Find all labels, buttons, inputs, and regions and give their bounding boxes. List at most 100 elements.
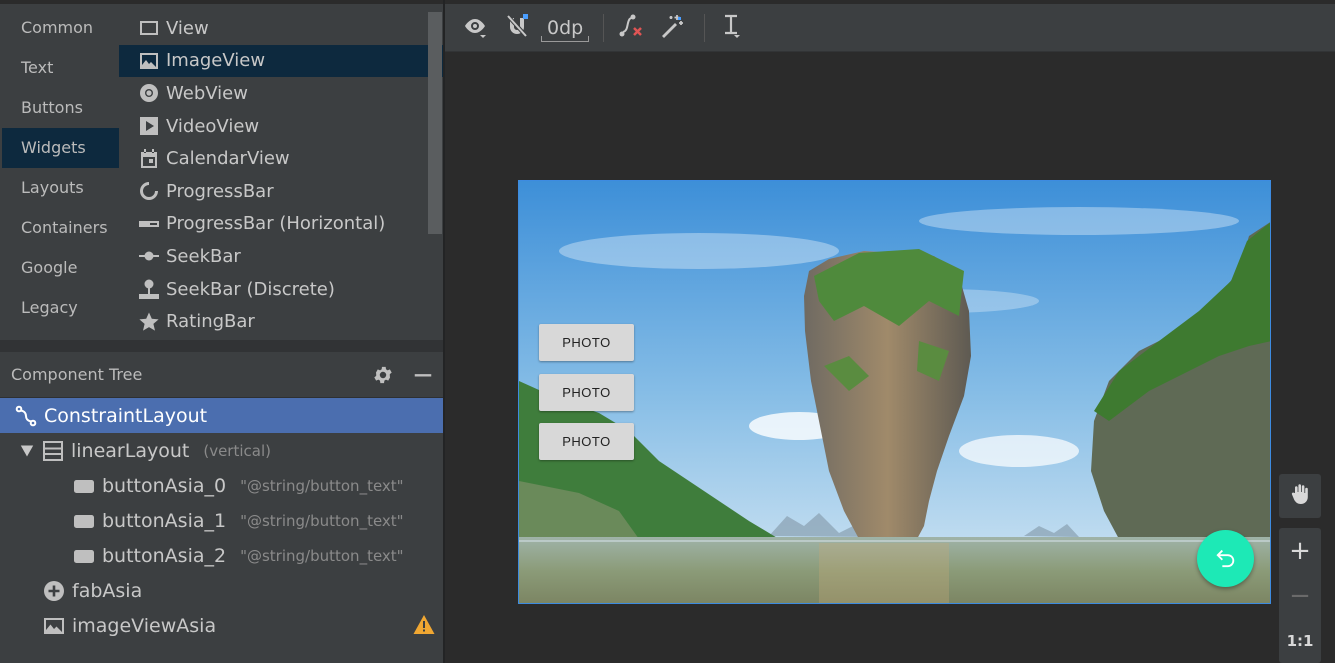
tree-node-imageviewasia[interactable]: imageViewAsia [0, 608, 443, 643]
magic-wand-icon [659, 13, 685, 43]
tree-node-text-resource: "@string/button_text" [240, 546, 404, 565]
autoconnect-button[interactable] [499, 10, 535, 46]
warning-icon[interactable] [413, 614, 435, 636]
palette-item-view[interactable]: View [119, 12, 443, 45]
palette-item-label: ProgressBar (Horizontal) [166, 213, 386, 235]
tree-node-label: imageViewAsia [72, 614, 217, 637]
tree-node-text-resource: "@string/button_text" [240, 511, 404, 530]
toolbar-separator [603, 13, 605, 42]
floating-action-button[interactable] [1197, 530, 1254, 587]
webview-icon [138, 82, 160, 104]
component-tree-header: Component Tree [0, 352, 443, 398]
category-legacy[interactable]: Legacy [0, 288, 119, 328]
photo-button-1[interactable]: PHOTO [539, 374, 634, 411]
tree-node-fabasia[interactable]: fabAsia [0, 573, 443, 608]
palette-item-progressbar[interactable]: ProgressBar [119, 175, 443, 208]
zoom-controls: + − 1:1 [1279, 528, 1321, 663]
palette-item-imageview[interactable]: ImageView [119, 44, 443, 78]
progress-horizontal-icon [138, 213, 160, 235]
palette-item-webview[interactable]: WebView [119, 77, 443, 110]
image-icon [138, 50, 160, 72]
infer-constraints-button[interactable] [654, 10, 690, 46]
zoom-reset-label: 1:1 [1286, 631, 1314, 650]
expand-arrow-icon[interactable] [18, 442, 36, 460]
align-button[interactable] [713, 10, 749, 46]
palette-item-calendarview[interactable]: CalendarView [119, 142, 443, 175]
palette-item-label: ProgressBar [166, 180, 274, 202]
tree-node-buttonasia-1[interactable]: buttonAsia_1 "@string/button_text" [0, 503, 443, 538]
pan-button[interactable] [1279, 474, 1321, 518]
default-margin-value: 0dp [541, 14, 590, 42]
tree-node-text-resource: "@string/button_text" [240, 476, 404, 495]
category-containers[interactable]: Containers [0, 208, 119, 248]
palette-categories: Common Text Buttons Widgets Layouts Cont… [0, 8, 119, 344]
palette-item-videoview[interactable]: VideoView [119, 110, 443, 143]
default-margin-field[interactable]: 0dp [541, 10, 590, 46]
tree-node-linearlayout[interactable]: linearLayout (vertical) [0, 433, 443, 468]
palette-item-label: SeekBar (Discrete) [166, 278, 335, 300]
calendar-icon [138, 148, 160, 170]
tree-node-buttonasia-2[interactable]: buttonAsia_2 "@string/button_text" [0, 538, 443, 573]
palette-item-label: SeekBar [166, 245, 241, 267]
gear-icon[interactable] [363, 352, 403, 398]
palette-item-seekbar-discrete[interactable]: SeekBar (Discrete) [119, 273, 443, 306]
panel-divider[interactable] [0, 340, 443, 352]
constraint-layout-icon [15, 405, 37, 427]
zoom-reset-button[interactable]: 1:1 [1279, 618, 1321, 663]
photo-button-2[interactable]: PHOTO [539, 423, 634, 460]
clear-constraints-button[interactable] [612, 10, 648, 46]
fab-icon [43, 580, 65, 602]
linear-layout-icon [42, 440, 64, 462]
tree-node-label: linearLayout [71, 439, 190, 462]
button-icon [73, 545, 95, 567]
clear-constraints-icon [617, 13, 643, 43]
palette-item-label: WebView [166, 82, 248, 104]
palette-item-label: ImageView [166, 50, 266, 72]
view-options-button[interactable] [457, 10, 493, 46]
layout-canvas[interactable]: PHOTO PHOTO PHOTO [518, 180, 1271, 604]
category-common[interactable]: Common [0, 8, 119, 48]
photo-button-0[interactable]: PHOTO [539, 324, 634, 361]
palette-panel: Common Text Buttons Widgets Layouts Cont… [0, 0, 443, 340]
tree-node-label: buttonAsia_0 [102, 474, 227, 497]
design-toolbar: 0dp [445, 4, 1335, 52]
tree-node-constraintlayout[interactable]: ConstraintLayout [0, 398, 443, 433]
star-icon [138, 311, 160, 333]
palette-item-label: CalendarView [166, 148, 290, 170]
palette-item-progressbar-horizontal[interactable]: ProgressBar (Horizontal) [119, 208, 443, 241]
category-text[interactable]: Text [0, 48, 119, 88]
minimize-icon[interactable] [403, 352, 443, 398]
magnet-off-icon [504, 13, 530, 43]
eye-icon [462, 13, 488, 43]
view-icon [138, 17, 160, 39]
button-icon [73, 510, 95, 532]
design-surface: 0dp PHOTO PHOTO PHOTO + − 1:1 [445, 4, 1335, 663]
palette-items: View ImageView WebView VideoView Calenda… [119, 12, 443, 344]
palette-scrollbar[interactable] [428, 12, 442, 234]
tree-node-label: buttonAsia_2 [102, 544, 227, 567]
tree-node-label: fabAsia [72, 579, 143, 602]
seekbar-discrete-icon [138, 278, 160, 300]
seekbar-icon [138, 245, 160, 267]
palette-item-ratingbar[interactable]: RatingBar [119, 305, 443, 338]
category-buttons[interactable]: Buttons [0, 88, 119, 128]
tree-node-buttonasia-0[interactable]: buttonAsia_0 "@string/button_text" [0, 468, 443, 503]
palette-item-label: VideoView [166, 115, 260, 137]
category-layouts[interactable]: Layouts [0, 168, 119, 208]
palette-item-label: View [166, 17, 209, 39]
zoom-out-label: − [1289, 580, 1311, 611]
tree-node-orientation: (vertical) [203, 441, 271, 460]
zoom-in-button[interactable]: + [1279, 528, 1321, 573]
tree-node-label: ConstraintLayout [44, 404, 208, 427]
undo-icon [1215, 546, 1237, 572]
hand-icon [1288, 482, 1312, 510]
palette-item-seekbar[interactable]: SeekBar [119, 240, 443, 273]
baseline-align-icon [718, 13, 744, 43]
video-icon [138, 115, 160, 137]
component-tree-panel: Component Tree ConstraintLayout linearLa… [0, 352, 443, 663]
tree-node-label: buttonAsia_1 [102, 509, 227, 532]
zoom-out-button[interactable]: − [1279, 573, 1321, 618]
category-widgets[interactable]: Widgets [2, 128, 119, 168]
category-google[interactable]: Google [0, 248, 119, 288]
palette-item-label: RatingBar [166, 311, 255, 333]
